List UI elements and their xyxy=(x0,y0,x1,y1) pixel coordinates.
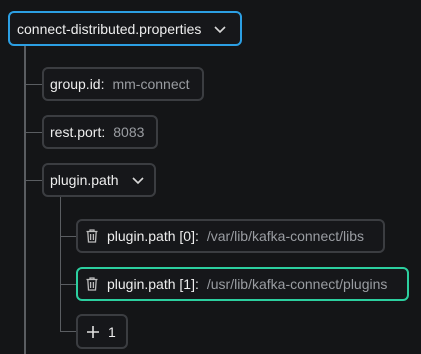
tree-connector xyxy=(60,331,76,332)
property-key: plugin.path xyxy=(50,172,119,188)
property-tree: connect-distributed.properties group.id:… xyxy=(0,0,421,354)
trash-icon[interactable] xyxy=(85,228,99,244)
tree-connector xyxy=(24,45,26,354)
chevron-down-icon[interactable] xyxy=(213,24,227,34)
chevron-down-icon[interactable] xyxy=(131,175,145,185)
property-key: group.id xyxy=(50,76,101,92)
tree-connector xyxy=(60,284,76,285)
tree-connector xyxy=(25,180,43,181)
key-separator: : xyxy=(100,76,105,92)
key-separator: : xyxy=(101,124,106,140)
add-entry-label: 1 xyxy=(108,323,116,340)
tree-connector xyxy=(25,84,43,85)
property-rest-port[interactable]: rest.port: 8083 xyxy=(42,115,158,149)
entry-key: plugin.path [1] xyxy=(107,276,195,292)
tree-connector xyxy=(60,236,76,237)
key-separator: : xyxy=(194,276,199,292)
entry-key: plugin.path [0] xyxy=(107,228,195,244)
add-entry-button[interactable]: 1 xyxy=(76,314,128,349)
property-value[interactable]: mm-connect xyxy=(112,76,189,92)
plus-icon xyxy=(86,325,100,339)
key-separator: : xyxy=(194,228,199,244)
root-node[interactable]: connect-distributed.properties xyxy=(8,11,242,46)
property-value[interactable]: 8083 xyxy=(113,124,144,140)
array-entry-0[interactable]: plugin.path [0]: /var/lib/kafka-connect/… xyxy=(76,219,385,253)
property-key: rest.port xyxy=(50,124,102,140)
root-label: connect-distributed.properties xyxy=(17,20,202,37)
trash-icon[interactable] xyxy=(85,276,99,292)
tree-connector xyxy=(25,132,43,133)
entry-value[interactable]: /var/lib/kafka-connect/libs xyxy=(207,228,364,244)
entry-value[interactable]: /usr/lib/kafka-connect/plugins xyxy=(207,276,388,292)
tree-connector xyxy=(60,197,61,332)
property-plugin-path[interactable]: plugin.path xyxy=(42,163,156,197)
property-group-id[interactable]: group.id: mm-connect xyxy=(42,67,204,101)
array-entry-1[interactable]: plugin.path [1]: /usr/lib/kafka-connect/… xyxy=(76,267,409,301)
